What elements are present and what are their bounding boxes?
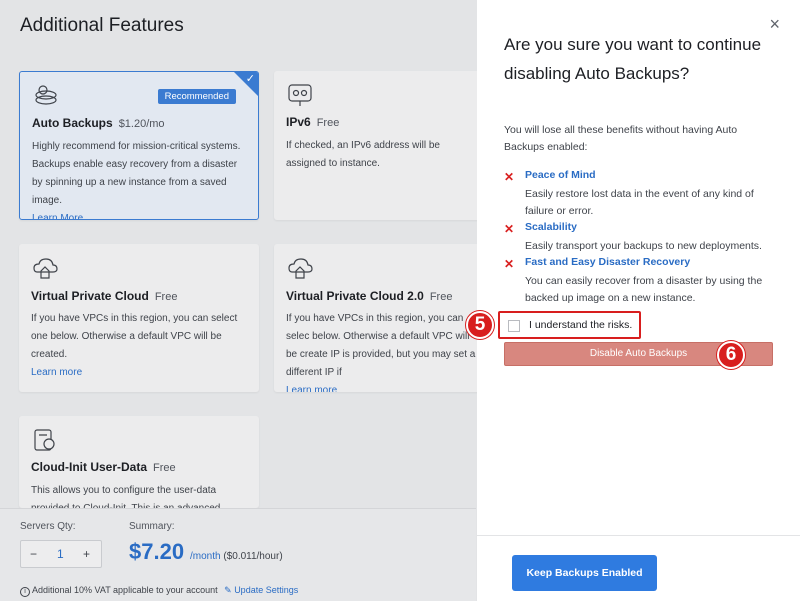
- x-icon: ✕: [504, 222, 515, 236]
- total-price: $7.20: [129, 539, 185, 564]
- card-description: Highly recommend for mission-critical sy…: [32, 138, 246, 219]
- benefit-title: Peace of Mind: [525, 169, 596, 181]
- info-icon: i: [20, 587, 30, 597]
- network-nodes-icon: [288, 84, 312, 106]
- dialog-heading: Are you sure you want to continue disabl…: [504, 35, 762, 83]
- learn-more-link[interactable]: Learn More: [32, 210, 246, 219]
- disable-backups-dialog: × Are you sure you want to continue disa…: [477, 0, 800, 601]
- card-title: Auto Backups $1.20/mo: [32, 116, 165, 130]
- feature-card-vpc2[interactable]: Virtual Private Cloud 2.0 Free If you hav…: [274, 244, 484, 392]
- plus-button[interactable]: +: [83, 547, 90, 561]
- dialog-intro: You will lose all these benefits without…: [504, 124, 738, 153]
- card-title: Virtual Private Cloud Free: [31, 289, 178, 303]
- benefit-title: Scalability: [525, 221, 577, 233]
- card-title: Cloud-Init User-Data Free: [31, 460, 176, 474]
- keep-backups-button[interactable]: Keep Backups Enabled: [512, 555, 657, 591]
- card-title: IPv6 Free: [286, 115, 340, 129]
- page-title: Additional Features: [20, 15, 184, 36]
- vat-notice: i Additional 10% VAT applicable to your a…: [20, 585, 298, 597]
- benefit-description: Easily transport your backups to new dep…: [525, 240, 762, 252]
- x-icon: ✕: [504, 170, 515, 184]
- user-data-icon: [34, 429, 55, 451]
- summary-label: Summary:: [129, 521, 175, 532]
- feature-card-auto-backups[interactable]: Recommended ✓ Auto Backups $1.20/mo Highl…: [19, 71, 259, 220]
- cloud-house-icon: [288, 258, 313, 279]
- feature-card-ipv6[interactable]: IPv6 Free If checked, an IPv6 address wil…: [274, 71, 484, 220]
- order-summary-bar: Servers Qty: − 1 + Summary: $7.20 /month…: [0, 508, 476, 601]
- learn-more-link[interactable]: Learn more: [286, 382, 481, 392]
- acknowledge-risks-row[interactable]: I understand the risks.: [498, 311, 641, 339]
- price-period: /month ($0.011/hour): [190, 551, 283, 562]
- dialog-footer: Keep Backups Enabled: [477, 535, 800, 601]
- card-description: If you have VPCs in this region, you can…: [286, 310, 481, 392]
- card-title: Virtual Private Cloud 2.0 Free: [286, 289, 453, 303]
- card-description: If you have VPCs in this region, you can…: [31, 310, 247, 382]
- update-settings-link[interactable]: ✎ Update Settings: [224, 585, 298, 595]
- benefit-title: Fast and Easy Disaster Recovery: [525, 256, 691, 268]
- benefit-description: You can easily recover from a disaster b…: [525, 275, 763, 304]
- understand-risks-label[interactable]: I understand the risks.: [529, 319, 632, 331]
- quantity-value: 1: [57, 547, 64, 561]
- check-icon: ✓: [245, 73, 255, 85]
- x-icon: ✕: [504, 257, 515, 271]
- learn-more-link[interactable]: Learn more: [31, 364, 247, 382]
- backup-stack-icon: [35, 85, 57, 105]
- card-description: If checked, an IPv6 address will be assi…: [286, 140, 440, 169]
- minus-button[interactable]: −: [30, 547, 37, 561]
- understand-risks-checkbox[interactable]: [508, 320, 520, 332]
- quantity-stepper[interactable]: − 1 +: [20, 540, 102, 568]
- cloud-house-icon: [33, 258, 58, 279]
- card-description: This allows you to configure the user-da…: [31, 485, 220, 508]
- servers-qty-label: Servers Qty:: [20, 521, 76, 532]
- benefit-description: Easily restore lost data in the event of…: [525, 188, 754, 217]
- step-6-marker: 6: [717, 341, 745, 369]
- feature-card-vpc[interactable]: Virtual Private Cloud Free If you have VP…: [19, 244, 259, 392]
- feature-card-cloud-init[interactable]: Cloud-Init User-Data Free This allows you…: [19, 416, 259, 508]
- recommended-badge: Recommended: [157, 89, 236, 104]
- step-5-marker: 5: [466, 311, 494, 339]
